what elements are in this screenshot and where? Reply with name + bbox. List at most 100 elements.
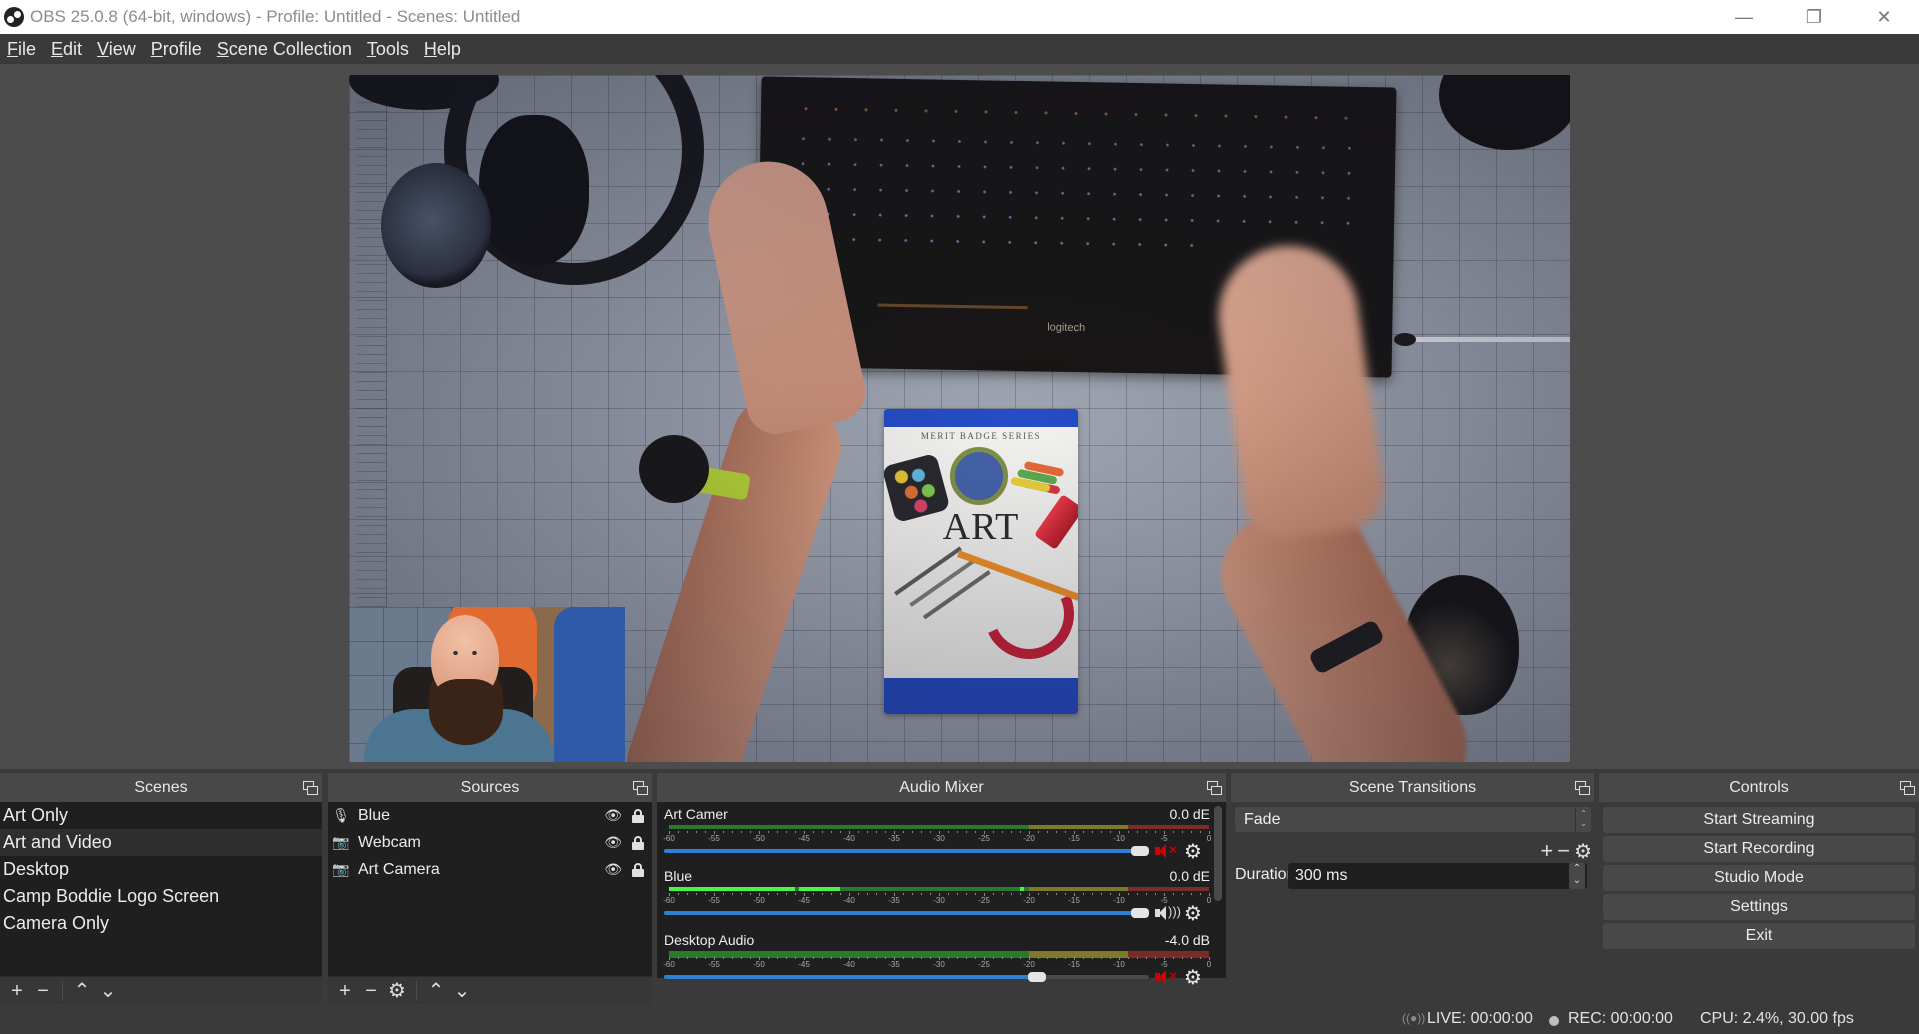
move-scene-up-button[interactable]: ⌃ bbox=[69, 977, 95, 1005]
window-title: OBS 25.0.8 (64-bit, windows) - Profile: … bbox=[30, 7, 521, 26]
meter-scale-label: 0 bbox=[1206, 896, 1212, 905]
menu-view[interactable]: View bbox=[97, 39, 136, 60]
toolbar-separator bbox=[62, 980, 63, 1001]
meter-tick bbox=[696, 957, 697, 959]
move-source-down-button[interactable]: ⌄ bbox=[449, 977, 475, 1005]
minimize-button[interactable]: — bbox=[1709, 0, 1779, 34]
meter-tick bbox=[1155, 957, 1156, 959]
float-dock-icon[interactable] bbox=[1575, 781, 1590, 795]
close-button[interactable]: ✕ bbox=[1849, 0, 1919, 34]
volume-slider-handle[interactable] bbox=[1028, 972, 1047, 982]
remove-scene-button[interactable]: − bbox=[30, 977, 56, 1005]
muted-speaker-icon[interactable]: ✕ bbox=[1155, 843, 1179, 860]
menu-profile[interactable]: Profile bbox=[151, 39, 202, 60]
camera-icon: 📷 bbox=[332, 834, 350, 850]
volume-slider[interactable] bbox=[664, 972, 1149, 982]
scene-item[interactable]: Art Only bbox=[0, 802, 322, 829]
source-item[interactable]: 📷 Art Camera 👁 bbox=[328, 856, 652, 883]
volume-slider-handle[interactable] bbox=[1131, 846, 1149, 856]
sources-list: 🎙 Blue 👁 📷 Webcam 👁 📷 Art Camera 👁 + − ⚙… bbox=[328, 802, 652, 1004]
scene-item[interactable]: Camera Only bbox=[0, 910, 322, 937]
meter-tick bbox=[813, 831, 814, 833]
meter-tick bbox=[957, 893, 958, 895]
add-scene-button[interactable]: + bbox=[4, 977, 30, 1005]
meter-scale-label: -50 bbox=[753, 896, 765, 905]
track-settings-gear-icon[interactable]: ⚙ bbox=[1184, 968, 1202, 988]
muted-speaker-icon[interactable]: ✕ bbox=[1155, 969, 1179, 986]
meter-tick bbox=[858, 893, 859, 895]
start-streaming-button[interactable]: Start Streaming bbox=[1603, 807, 1915, 833]
audio-mixer-title: Audio Mixer bbox=[657, 773, 1226, 802]
add-source-button[interactable]: + bbox=[332, 977, 358, 1005]
meter-scale-label: -50 bbox=[753, 834, 765, 843]
visibility-eye-icon[interactable]: 👁 bbox=[604, 834, 622, 851]
meter-tick bbox=[876, 893, 877, 895]
meter-tick bbox=[885, 831, 886, 833]
remove-transition-button[interactable]: − bbox=[1557, 838, 1570, 864]
visibility-eye-icon[interactable]: 👁 bbox=[604, 861, 622, 878]
mixer-scrollbar[interactable] bbox=[1214, 806, 1222, 901]
source-item[interactable]: 📷 Webcam 👁 bbox=[328, 829, 652, 856]
duration-stepper[interactable]: ⌃ ⌄ bbox=[1569, 863, 1585, 889]
sources-toolbar: + − ⚙ ⌃ ⌄ bbox=[328, 976, 652, 1004]
meter-scale-label: -15 bbox=[1068, 960, 1080, 969]
meter-scale-label: -15 bbox=[1068, 834, 1080, 843]
visibility-eye-icon[interactable]: 👁 bbox=[604, 807, 622, 824]
remove-source-button[interactable]: − bbox=[358, 977, 384, 1005]
meter-tick bbox=[1200, 957, 1201, 959]
track-settings-gear-icon[interactable]: ⚙ bbox=[1184, 904, 1202, 924]
scenes-dock: Scenes Art Only Art and Video Desktop Ca… bbox=[0, 773, 322, 1004]
add-transition-button[interactable]: + bbox=[1540, 838, 1553, 864]
lock-icon[interactable] bbox=[632, 808, 644, 823]
menu-edit[interactable]: Edit bbox=[51, 39, 82, 60]
source-properties-button[interactable]: ⚙ bbox=[384, 977, 410, 1005]
meter-tick bbox=[1083, 957, 1084, 959]
scene-item[interactable]: Art and Video bbox=[0, 829, 322, 856]
float-dock-icon[interactable] bbox=[1207, 781, 1222, 795]
scene-item[interactable]: Desktop bbox=[0, 856, 322, 883]
volume-slider[interactable] bbox=[664, 908, 1149, 918]
meter-tick bbox=[1011, 893, 1012, 895]
menu-tools[interactable]: Tools bbox=[367, 39, 409, 60]
menu-file[interactable]: File bbox=[7, 39, 36, 60]
restore-button[interactable]: ❐ bbox=[1779, 0, 1849, 34]
meter-tick bbox=[1191, 893, 1192, 895]
duration-input[interactable]: 300 ms bbox=[1288, 863, 1587, 889]
meter-scale-label: -60 bbox=[663, 834, 675, 843]
float-dock-icon[interactable] bbox=[633, 781, 648, 795]
float-dock-icon[interactable] bbox=[1900, 781, 1915, 795]
meter-tick bbox=[921, 893, 922, 895]
meter-tick bbox=[957, 831, 958, 833]
lock-icon[interactable] bbox=[632, 862, 644, 877]
speaker-icon[interactable]: ))) bbox=[1155, 904, 1181, 922]
start-recording-button[interactable]: Start Recording bbox=[1603, 836, 1915, 862]
settings-button[interactable]: Settings bbox=[1603, 894, 1915, 920]
transition-properties-gear-icon[interactable]: ⚙ bbox=[1574, 839, 1592, 864]
program-preview[interactable]: logitech MERIT BADGE SERIES ART bbox=[349, 75, 1570, 762]
exit-button[interactable]: Exit bbox=[1603, 923, 1915, 949]
meter-scale-label: -5 bbox=[1160, 834, 1168, 843]
meter-tick bbox=[687, 831, 688, 833]
obs-logo-icon bbox=[4, 7, 24, 27]
studio-mode-button[interactable]: Studio Mode bbox=[1603, 865, 1915, 891]
meter-tick bbox=[777, 957, 778, 959]
menu-scene-collection[interactable]: Scene Collection bbox=[217, 39, 352, 60]
meter-red-zone bbox=[1128, 887, 1209, 891]
track-settings-gear-icon[interactable]: ⚙ bbox=[1184, 842, 1202, 862]
transition-select[interactable]: Fade ⌃ ⌄ bbox=[1235, 807, 1591, 832]
move-source-up-button[interactable]: ⌃ bbox=[423, 977, 449, 1005]
source-item[interactable]: 🎙 Blue 👁 bbox=[328, 802, 652, 829]
meter-tick bbox=[1146, 957, 1147, 959]
meter-tick bbox=[867, 831, 868, 833]
meter-tick bbox=[1002, 831, 1003, 833]
track-name: Desktop Audio bbox=[664, 932, 755, 948]
menu-help[interactable]: Help bbox=[424, 39, 461, 60]
scene-item[interactable]: Camp Boddie Logo Screen bbox=[0, 883, 322, 910]
volume-slider-handle[interactable] bbox=[1131, 908, 1149, 918]
scenes-title: Scenes bbox=[0, 773, 322, 802]
move-scene-down-button[interactable]: ⌄ bbox=[95, 977, 121, 1005]
lock-icon[interactable] bbox=[632, 835, 644, 850]
live-broadcast-icon: ((●)) bbox=[1402, 1011, 1426, 1025]
volume-slider[interactable] bbox=[664, 846, 1149, 856]
float-dock-icon[interactable] bbox=[303, 781, 318, 795]
